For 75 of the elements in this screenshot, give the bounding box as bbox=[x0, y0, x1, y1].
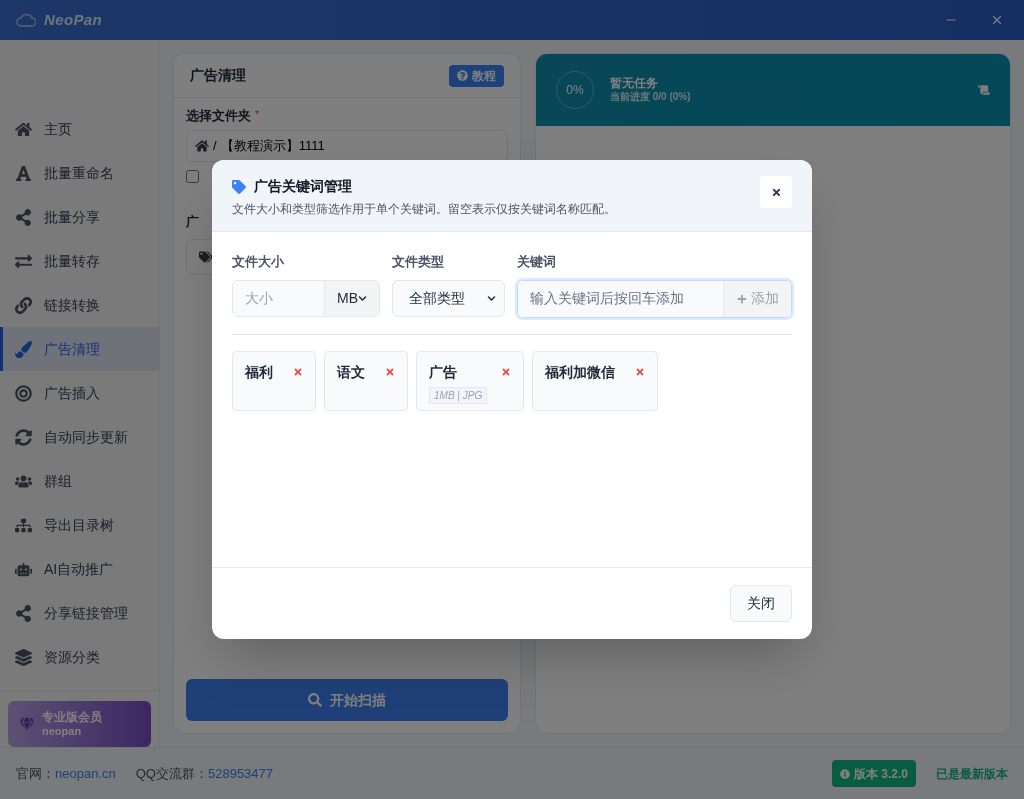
type-label: 文件类型 bbox=[392, 253, 445, 271]
keyword-input[interactable]: 输入关键词后按回车添加 添加 bbox=[517, 279, 792, 318]
path-separator: / bbox=[213, 136, 217, 155]
section-label: 广 bbox=[186, 212, 199, 231]
keyword-meta: 1MB | JPG bbox=[429, 386, 488, 404]
keyword-text: 语文 bbox=[337, 362, 365, 382]
qq-number[interactable]: 528953477 bbox=[207, 763, 274, 784]
search-icon bbox=[308, 693, 322, 707]
tag-icon bbox=[232, 179, 246, 194]
share-icon bbox=[15, 208, 32, 226]
cloud-icon bbox=[16, 12, 36, 28]
sidebar-item[interactable]: 导出目录树 bbox=[0, 503, 159, 548]
app-title: NeoPan bbox=[44, 9, 103, 30]
sidebar-item[interactable]: 广告清理 bbox=[0, 327, 159, 372]
scan-button[interactable]: 开始扫描 bbox=[186, 679, 508, 721]
letter-icon bbox=[15, 164, 32, 182]
layers-icon bbox=[15, 649, 32, 667]
update-status: 已是最新版本 bbox=[936, 765, 1008, 783]
sidebar-item[interactable]: 主页 bbox=[0, 107, 159, 152]
scroll-icon[interactable] bbox=[978, 84, 990, 96]
close-icon bbox=[770, 186, 782, 198]
plus-icon bbox=[736, 293, 747, 304]
sidebar-item[interactable]: AI自动推广 bbox=[0, 547, 159, 592]
site-label: 官网： bbox=[16, 764, 55, 783]
size-label: 文件大小 bbox=[232, 253, 285, 271]
keyword-label: 关键词 bbox=[517, 253, 557, 271]
help-icon bbox=[457, 70, 468, 81]
required-mark: * bbox=[255, 107, 260, 122]
option-checkbox[interactable] bbox=[186, 170, 199, 183]
remove-icon[interactable] bbox=[635, 367, 645, 377]
sync-icon bbox=[15, 429, 32, 447]
sidebar-item[interactable]: 自动同步更新 bbox=[0, 415, 159, 460]
site-link[interactable]: neopan.cn bbox=[55, 763, 116, 784]
sidebar-item[interactable]: 批量重命名 bbox=[0, 151, 159, 196]
share-icon bbox=[15, 605, 32, 623]
sidebar-item[interactable]: 资源分类 bbox=[0, 635, 159, 680]
sidebar-item[interactable]: 广告插入 bbox=[0, 371, 159, 416]
close-button[interactable] bbox=[760, 176, 792, 208]
keyword-text: 广告 bbox=[429, 362, 457, 382]
sidebar-item[interactable]: 批量转存 bbox=[0, 239, 159, 284]
sidebar-item[interactable]: 分享链接管理 bbox=[0, 591, 159, 636]
robot-icon bbox=[15, 561, 32, 579]
folder-path: 【教程演示】1111 bbox=[220, 136, 325, 155]
home-icon bbox=[15, 120, 32, 138]
panel-title: 广告清理 bbox=[190, 66, 246, 85]
target-icon bbox=[15, 385, 32, 402]
dialog-title: 广告关键词管理 bbox=[254, 177, 352, 196]
tutorial-button[interactable]: 教程 bbox=[449, 64, 504, 87]
tags-icon bbox=[199, 250, 213, 264]
add-button[interactable]: 添加 bbox=[723, 280, 791, 317]
sidebar-item[interactable]: 批量分享 bbox=[0, 195, 159, 240]
remove-icon[interactable] bbox=[501, 367, 511, 377]
brush-icon bbox=[15, 340, 32, 358]
sidebar-item[interactable]: 群组 bbox=[0, 459, 159, 504]
member-subtitle: neopan bbox=[42, 724, 83, 739]
task-status-text: 当前进度 0/0 (0%) bbox=[610, 91, 692, 104]
task-title: 暂无任务 bbox=[610, 76, 659, 91]
close-dialog-button[interactable]: 关闭 bbox=[730, 585, 792, 622]
home-icon bbox=[195, 138, 209, 153]
chevron-icon bbox=[487, 293, 496, 303]
info-icon bbox=[839, 768, 850, 779]
gem-icon bbox=[20, 717, 34, 731]
qq-label: QQ交流群： bbox=[135, 764, 208, 783]
remove-icon[interactable] bbox=[385, 367, 395, 377]
type-select[interactable]: 全部类型 bbox=[392, 279, 505, 317]
close-icon[interactable] bbox=[990, 13, 1004, 27]
keyword-text: 福利加微信 bbox=[545, 362, 615, 382]
folder-label: 选择文件夹 bbox=[186, 107, 251, 125]
version-badge: 版本 3.2.0 bbox=[831, 760, 916, 787]
dialog-description: 文件大小和类型筛选作用于单个关键词。留空表示仅按关键词名称匹配。 bbox=[232, 202, 617, 217]
arrows-icon bbox=[15, 252, 32, 270]
hierarchy-icon bbox=[15, 517, 32, 535]
keyword-text: 福利 bbox=[245, 362, 273, 382]
remove-icon[interactable] bbox=[293, 367, 303, 377]
link-icon bbox=[15, 296, 32, 314]
